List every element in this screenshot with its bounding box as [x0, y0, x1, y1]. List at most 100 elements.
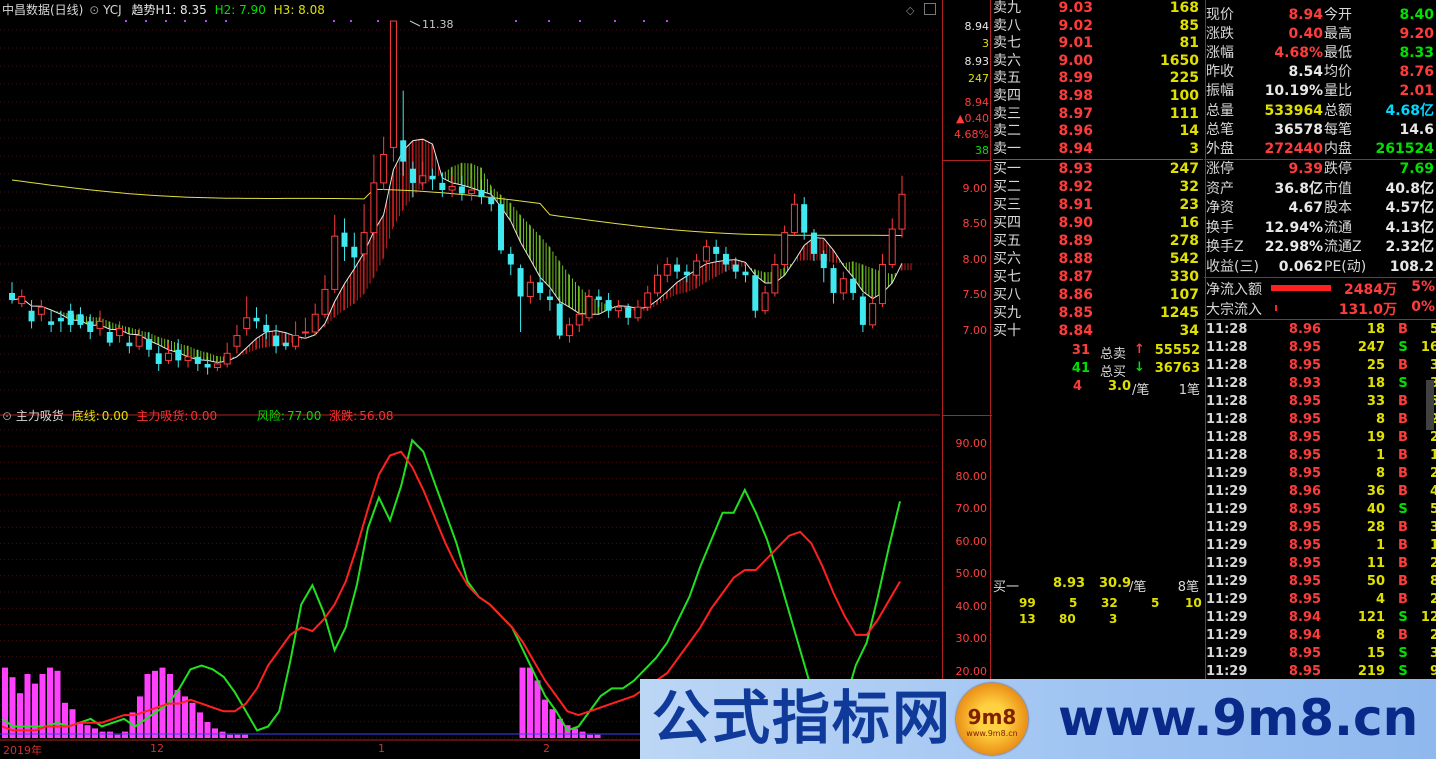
price-axis: 8.94 3 8.93 247 8.94 ▲0.40 4.68% 38 9.00… — [942, 0, 993, 745]
tick-count: 16 — [1420, 340, 1436, 355]
order-price: 8.90 — [1058, 215, 1093, 231]
tick-price: 8.95 — [1288, 556, 1321, 571]
order-book-row[interactable]: 卖四 8.98 100 — [993, 87, 1203, 105]
quote-row: 总笔 36578 每笔 14.6 — [1205, 121, 1436, 140]
order-volume: 34 — [1179, 323, 1199, 339]
order-book-row[interactable]: 买五 8.89 278 — [993, 232, 1203, 250]
misc-d: 1笔 — [1178, 383, 1200, 398]
tick-volume: 18 — [1366, 322, 1385, 337]
order-book-row[interactable]: 买十 8.84 34 — [993, 322, 1203, 340]
quote-row: 换手 12.94% 流通 4.13亿 — [1205, 219, 1436, 238]
order-book-row[interactable]: 卖八 9.02 85 — [993, 17, 1203, 35]
candle-body — [273, 335, 280, 347]
axis-divider — [942, 160, 992, 161]
quote-row: 昨收 8.54 均价 8.76 — [1205, 63, 1436, 82]
signal-dot — [145, 20, 147, 22]
quote-value: 7.69 — [1399, 161, 1434, 177]
candle-body — [468, 189, 476, 195]
order-price: 8.88 — [1058, 251, 1093, 267]
order-book-row[interactable]: 卖一 8.94 3 — [993, 140, 1203, 158]
lower-gear-icon[interactable]: ⊙ — [2, 409, 12, 423]
tick-side: S — [1398, 502, 1408, 517]
candle-body — [458, 186, 465, 194]
tick-count: 3 — [1429, 520, 1436, 535]
quote-value: 533964 — [1264, 102, 1323, 119]
histogram-bar — [137, 696, 143, 738]
order-book-row[interactable]: 买二 8.92 32 — [993, 178, 1203, 196]
order-volume: 111 — [1169, 105, 1199, 122]
candle-body — [478, 190, 485, 198]
date-tick-12: 12 — [150, 742, 164, 755]
candle-body — [135, 335, 143, 347]
order-level-label: 卖二 — [993, 123, 1021, 140]
candle-body — [400, 140, 407, 162]
axis-v2: 3 — [982, 37, 989, 50]
tick-scrollbar[interactable] — [1426, 380, 1434, 430]
order-book-row[interactable]: 买一 8.93 247 — [993, 160, 1203, 178]
total-sell-volume: 55552 — [1154, 343, 1200, 358]
candle-body — [116, 327, 124, 337]
order-book-row[interactable]: 卖二 8.96 14 — [993, 122, 1203, 140]
tick-volume: 50 — [1366, 574, 1385, 589]
candle-body — [175, 349, 182, 361]
order-book-row[interactable]: 买六 8.88 542 — [993, 250, 1203, 268]
tick-row: 11:29 8.96 36 B 4 — [1205, 483, 1436, 501]
order-book-row[interactable]: 买四 8.90 16 — [993, 214, 1203, 232]
quote-divider-2 — [1204, 277, 1436, 278]
quote-label: 流通 — [1324, 219, 1352, 236]
tick-time: 11:28 — [1206, 322, 1248, 337]
quote-value: 14.6 — [1399, 121, 1434, 138]
lower-panel-name[interactable]: 主力吸货 — [16, 409, 64, 423]
candle-body — [37, 306, 45, 315]
quote-row: 涨幅 4.68% 最低 8.33 — [1205, 44, 1436, 63]
lower-panel-header: ⊙ 主力吸货 底线: 0.00 主力吸货: 0.00 风险: 77.00 涨跌: 56.… — [2, 408, 394, 424]
candle-body — [341, 232, 348, 247]
candle-body — [888, 228, 896, 266]
quote-value: 2.32亿 — [1385, 239, 1434, 255]
order-book-row[interactable]: 买七 8.87 330 — [993, 268, 1203, 286]
order-book-row[interactable]: 买八 8.86 107 — [993, 286, 1203, 304]
tick-count: 5 — [1429, 502, 1436, 517]
candle-body — [850, 278, 857, 293]
quote-label: 振幅 — [1206, 83, 1234, 100]
price-chart-svg[interactable] — [0, 0, 942, 745]
histogram-bar — [534, 680, 541, 738]
candle-body — [204, 363, 211, 368]
tick-side: B — [1398, 448, 1408, 463]
order-book-row[interactable]: 卖七 9.01 81 — [993, 34, 1203, 52]
order-volume: 330 — [1169, 269, 1199, 285]
order-price: 8.97 — [1058, 105, 1093, 122]
tick-row: 11:288.958B2 — [1205, 411, 1436, 429]
quote-label: 外盘 — [1206, 140, 1234, 157]
histogram-bar — [234, 734, 241, 738]
candle-body — [223, 352, 231, 365]
tick-price: 8.95 — [1288, 466, 1321, 481]
buy1-label: 买一 — [993, 580, 1020, 595]
order-book-row[interactable]: 卖五 8.99 225 — [993, 69, 1203, 87]
queue-cell: 80 — [1059, 612, 1076, 626]
buy1-avg: 30.9 — [1099, 576, 1132, 591]
signal-dot — [184, 20, 186, 22]
chart-area[interactable]: 中昌数据(日线) ⊙ YCJ 趋势H1: 8.35 H2: 7.90 H3: 8… — [0, 0, 942, 759]
tick-side: B — [1398, 628, 1408, 643]
candle-body — [663, 264, 671, 276]
tick-side: B — [1398, 574, 1408, 589]
signal-dot — [350, 20, 352, 22]
quote-label: 今开 — [1324, 7, 1352, 23]
tick-time: 11:29 — [1206, 484, 1248, 499]
quote-value: 4.68亿 — [1385, 102, 1434, 119]
order-book-row[interactable]: 买九 8.85 1245 — [993, 304, 1203, 322]
tick-side: B — [1398, 358, 1408, 373]
quote-value: 8.54 — [1288, 64, 1323, 81]
quote-value: 9.39 — [1288, 161, 1323, 177]
candle-body — [634, 306, 642, 319]
order-book-row[interactable]: 卖三 8.97 111 — [993, 105, 1203, 123]
order-book-row[interactable]: 买三 8.91 23 — [993, 196, 1203, 214]
total-buy-count: 41 — [1071, 361, 1090, 376]
candle-body — [301, 331, 309, 334]
quote-row: 现价 8.94 今开 8.40 — [1205, 6, 1436, 25]
candle-body — [155, 353, 162, 364]
order-book-row[interactable]: 卖六 9.00 1650 — [993, 52, 1203, 70]
order-book-row[interactable]: 卖九 9.03 168 — [993, 0, 1203, 17]
queue-cell: 3 — [1109, 612, 1118, 626]
